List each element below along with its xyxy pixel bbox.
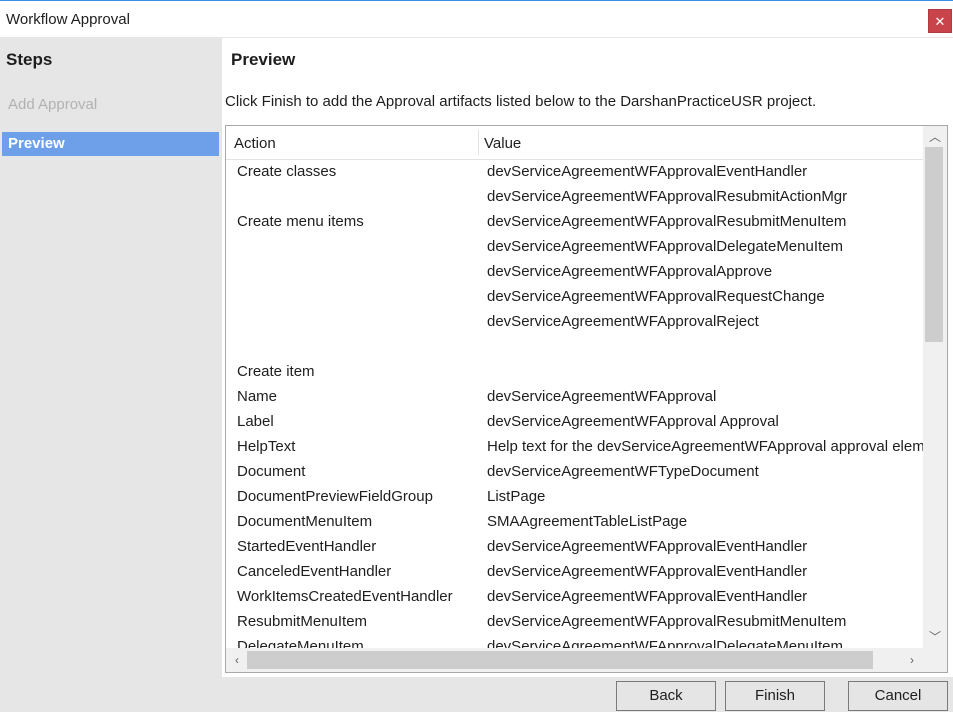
table-row[interactable]: WorkItemsCreatedEventHandler devServiceAg… xyxy=(226,585,923,610)
cell-action: Create menu items xyxy=(237,213,364,230)
column-divider[interactable] xyxy=(478,130,479,155)
table-row[interactable]: devServiceAgreementWFApprovalRequestChan… xyxy=(226,285,923,310)
cell-value: Help text for the devServiceAgreementWFA… xyxy=(487,438,923,455)
grid-body: Create classes devServiceAgreementWFAppro… xyxy=(226,160,923,648)
table-row[interactable]: CanceledEventHandler devServiceAgreementW… xyxy=(226,560,923,585)
table-row[interactable]: devServiceAgreementWFApprovalReject xyxy=(226,310,923,335)
footer-bar: Back Finish Cancel xyxy=(0,677,953,712)
main-panel: Preview Click Finish to add the Approval… xyxy=(222,38,953,677)
back-button[interactable]: Back xyxy=(616,681,716,711)
steps-heading: Steps xyxy=(6,50,53,69)
table-row[interactable]: devServiceAgreementWFApprovalResubmitAct… xyxy=(226,185,923,210)
column-header-action[interactable]: Action xyxy=(234,135,276,152)
cell-value: devServiceAgreementWFApprovalDelegateMen… xyxy=(487,238,844,255)
cell-action: DelegateMenuItem xyxy=(237,638,364,648)
close-button[interactable]: ✕ xyxy=(928,9,952,33)
cell-action: WorkItemsCreatedEventHandler xyxy=(237,588,453,605)
table-row[interactable]: devServiceAgreementWFApprovalApprove xyxy=(226,260,923,285)
cell-action: CanceledEventHandler xyxy=(237,563,392,580)
vertical-scroll-thumb[interactable] xyxy=(925,147,943,342)
cell-value: SMAAgreementTableListPage xyxy=(487,513,688,530)
table-row[interactable]: StartedEventHandler devServiceAgreementWF… xyxy=(226,535,923,560)
window-title: Workflow Approval xyxy=(6,11,130,28)
cell-value: devServiceAgreementWFApprovalEventHandle… xyxy=(487,163,808,180)
column-header-value[interactable]: Value xyxy=(484,135,521,152)
table-row[interactable]: DocumentPreviewFieldGroup ListPage xyxy=(226,485,923,510)
table-row[interactable]: HelpText Help text for the devServiceAgre… xyxy=(226,435,923,460)
table-row[interactable]: DocumentMenuItem SMAAgreementTableListPag… xyxy=(226,510,923,535)
cell-action: DocumentPreviewFieldGroup xyxy=(237,488,433,505)
cell-value: devServiceAgreementWFTypeDocument xyxy=(487,463,759,480)
cell-value: devServiceAgreementWFApproval Approval xyxy=(487,413,779,430)
cell-value: devServiceAgreementWFApprovalEventHandle… xyxy=(487,538,808,555)
scroll-left-icon[interactable]: ‹ xyxy=(227,652,247,668)
table-row[interactable]: Create menu items devServiceAgreementWFAp… xyxy=(226,210,923,235)
page-title: Preview xyxy=(231,50,296,69)
grid-header: Action Value xyxy=(226,126,923,160)
step-add-approval: Add Approval xyxy=(8,96,98,113)
table-row[interactable]: devServiceAgreementWFApprovalDelegateMen… xyxy=(226,235,923,260)
cell-action: Create classes xyxy=(237,163,337,180)
cell-value: devServiceAgreementWFApprovalResubmitAct… xyxy=(487,188,848,205)
cell-action: StartedEventHandler xyxy=(237,538,377,555)
cell-action: Create item xyxy=(237,363,315,380)
title-bar: Workflow Approval ✕ xyxy=(0,0,953,38)
table-row[interactable]: Name devServiceAgreementWFApproval xyxy=(226,385,923,410)
finish-button[interactable]: Finish xyxy=(725,681,825,711)
table-row[interactable]: Label devServiceAgreementWFApproval Appro… xyxy=(226,410,923,435)
cell-value: devServiceAgreementWFApproval xyxy=(487,388,717,405)
table-row[interactable]: DelegateMenuItem devServiceAgreementWFApp… xyxy=(226,635,923,648)
step-preview[interactable]: Preview xyxy=(2,132,219,156)
cancel-button[interactable]: Cancel xyxy=(848,681,948,711)
cell-action: Document xyxy=(237,463,306,480)
horizontal-scroll-thumb[interactable] xyxy=(247,651,873,669)
scroll-right-icon[interactable]: › xyxy=(902,652,922,668)
cell-action: ResubmitMenuItem xyxy=(237,613,368,630)
cell-value: devServiceAgreementWFApprovalResubmitMen… xyxy=(487,213,847,230)
steps-sidebar: Steps Add Approval Preview xyxy=(0,38,222,677)
cell-action: DocumentMenuItem xyxy=(237,513,373,530)
cell-value: devServiceAgreementWFApprovalDelegateMen… xyxy=(487,638,844,648)
cell-action: Label xyxy=(237,413,274,430)
table-row[interactable]: Create item xyxy=(226,360,923,385)
table-row[interactable]: Create classes devServiceAgreementWFAppro… xyxy=(226,160,923,185)
cell-value: devServiceAgreementWFApprovalRequestChan… xyxy=(487,288,825,305)
scroll-down-icon[interactable]: ﹀ xyxy=(925,629,945,645)
table-row[interactable] xyxy=(226,335,923,360)
cell-value: devServiceAgreementWFApprovalEventHandle… xyxy=(487,588,808,605)
close-icon: ✕ xyxy=(934,14,946,29)
instructions-text: Click Finish to add the Approval artifac… xyxy=(225,93,817,110)
cell-value: ListPage xyxy=(487,488,546,505)
scrollbar-corner xyxy=(923,648,947,672)
scroll-up-icon[interactable]: ︿ xyxy=(925,129,945,145)
cell-action: HelpText xyxy=(237,438,296,455)
vertical-scrollbar[interactable]: ︿ ﹀ xyxy=(923,126,947,648)
table-row[interactable]: Document devServiceAgreementWFTypeDocumen… xyxy=(226,460,923,485)
cell-value: devServiceAgreementWFApprovalReject xyxy=(487,313,759,330)
cell-value: devServiceAgreementWFApprovalEventHandle… xyxy=(487,563,808,580)
horizontal-scrollbar[interactable]: ‹ › xyxy=(226,648,923,672)
preview-grid: Action Value Create classes devServiceAgr… xyxy=(225,125,948,673)
cell-value: devServiceAgreementWFApprovalResubmitMen… xyxy=(487,613,847,630)
cell-action: Name xyxy=(237,388,278,405)
table-row[interactable]: ResubmitMenuItem devServiceAgreementWFApp… xyxy=(226,610,923,635)
cell-value: devServiceAgreementWFApprovalApprove xyxy=(487,263,773,280)
